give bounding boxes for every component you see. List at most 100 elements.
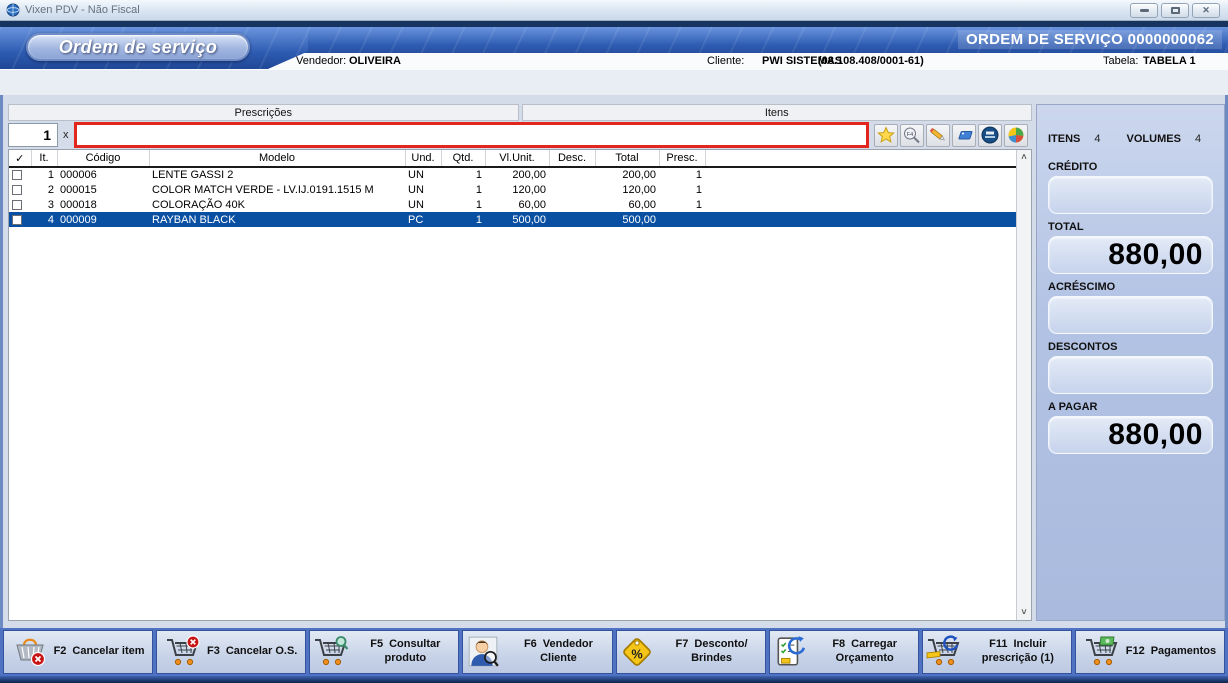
total-value: 880,00 [1108, 238, 1203, 272]
times-label: x [63, 129, 69, 141]
maximize-button[interactable] [1161, 3, 1189, 18]
cell-desc [549, 197, 595, 212]
barcode-input[interactable] [74, 122, 869, 148]
cash-icon [980, 126, 1000, 144]
f12-pagamentos-button[interactable]: F12Pagamentos [1075, 630, 1225, 674]
search-f4-icon: F4 [902, 126, 922, 144]
cell-total: 500,00 [595, 212, 659, 227]
f6-vendedor-cliente-button[interactable]: F6Vendedor Cliente [462, 630, 612, 674]
fkey-label: F7 [676, 638, 689, 650]
titlebar: Vixen PDV - Não Fiscal ✕ [0, 0, 1228, 21]
function-bar: F2Cancelar item F3 Cancelar O.S. [0, 628, 1228, 676]
cell-presc: 1 [659, 167, 705, 182]
f3-cancelar-os-button[interactable]: F3 Cancelar O.S. [156, 630, 306, 674]
cliente-doc: (08.108.408/0001-61) [818, 55, 924, 67]
minimize-button[interactable] [1130, 3, 1158, 18]
vendedor-value: OLIVEIRA [349, 55, 401, 67]
tag-button[interactable] [952, 124, 976, 147]
tab-prescricoes[interactable]: Prescrições [8, 104, 519, 121]
cell-total: 200,00 [595, 167, 659, 182]
main-area: Prescrições Itens x F4 [0, 95, 1228, 628]
cell-qtd: 1 [441, 167, 485, 182]
acrescimo-box [1048, 296, 1213, 334]
volumes-value: 4 [1195, 133, 1201, 145]
fbtn-label: Cancelar O.S. [226, 645, 298, 657]
cliente-label: Cliente: [707, 55, 744, 67]
row-checkbox[interactable] [12, 215, 22, 225]
f5-consultar-produto-button[interactable]: F5Consultar produto [309, 630, 459, 674]
table-header-row: ✓ It. Código Modelo Und. Qtd. Vl.Unit. D… [9, 150, 1016, 167]
table-row[interactable]: 3 000018 COLORAÇÃO 40K UN 1 60,00 60,00 … [9, 197, 1016, 212]
cell-qtd: 1 [441, 197, 485, 212]
tabela-label: Tabela: [1103, 55, 1138, 67]
cart-payment-icon [1084, 635, 1120, 669]
svg-text:F4: F4 [906, 132, 912, 138]
bottom-strip [0, 676, 1228, 683]
row-checkbox[interactable] [12, 170, 22, 180]
vendedor-label: Vendedor: [296, 55, 346, 67]
cell-presc: 1 [659, 182, 705, 197]
edit-pencil-icon [928, 126, 948, 144]
screen-title: Ordem de serviço [59, 37, 217, 58]
entry-row: x F4 [8, 121, 1032, 149]
edit-pencil-button[interactable] [926, 124, 950, 147]
scroll-up-icon[interactable]: ˄ [1021, 150, 1026, 165]
row-checkbox[interactable] [12, 200, 22, 210]
table-row[interactable]: 2 000015 COLOR MATCH VERDE - LV.IJ.0191.… [9, 182, 1016, 197]
f2-cancelar-item-button[interactable]: F2Cancelar item [3, 630, 153, 674]
f7-desconto-brindes-button[interactable]: % F7Desconto/ Brindes [616, 630, 766, 674]
descontos-field: DESCONTOS [1048, 341, 1213, 394]
close-button[interactable]: ✕ [1192, 3, 1220, 18]
col-qtd: Qtd. [441, 150, 485, 167]
basket-cancel-icon [12, 635, 48, 669]
search-f4-button[interactable]: F4 [900, 124, 924, 147]
col-codigo: Código [57, 150, 149, 167]
cell-und: PC [405, 212, 441, 227]
person-search-icon [466, 635, 502, 669]
fbtn-label: Pagamentos [1151, 645, 1216, 657]
header: ORDEM DE SERVIÇO 0000000062 Vendedor: OL… [0, 27, 1228, 95]
cell-und: UN [405, 197, 441, 212]
vertical-scrollbar[interactable]: ˄ ˅ [1016, 150, 1031, 620]
cell-codigo: 000006 [57, 167, 149, 182]
cell-desc [549, 182, 595, 197]
cart-refresh-icon [926, 635, 962, 669]
col-check: ✓ [9, 150, 31, 167]
cell-it: 3 [31, 197, 57, 212]
app-window: Vixen PDV - Não Fiscal ✕ ORDEM DE SERVIÇ… [0, 0, 1228, 683]
app-icon [6, 3, 20, 17]
cell-modelo: LENTE GASSI 2 [149, 167, 405, 182]
cell-it: 4 [31, 212, 57, 227]
favorite-star-button[interactable] [874, 124, 898, 147]
cash-button[interactable] [978, 124, 1002, 147]
col-desc: Desc. [549, 150, 595, 167]
fbtn-label: Vendedor Cliente [540, 638, 593, 664]
credito-label: CRÉDITO [1048, 161, 1213, 173]
cell-desc [549, 212, 595, 227]
f11-incluir-prescricao-button[interactable]: F11Incluir prescrição (1) [922, 630, 1072, 674]
summary-panel: ITENS 4 VOLUMES 4 CRÉDITO TOTAL 880,00 A… [1036, 104, 1225, 621]
tab-itens[interactable]: Itens [522, 104, 1033, 121]
cell-modelo: COLOR MATCH VERDE - LV.IJ.0191.1515 M [149, 182, 405, 197]
fkey-label: F3 [207, 645, 220, 657]
fkey-label: F11 [989, 638, 1007, 650]
items-grid: ✓ It. Código Modelo Und. Qtd. Vl.Unit. D… [8, 149, 1032, 621]
cell-vlunit: 120,00 [485, 182, 549, 197]
scroll-down-icon[interactable]: ˅ [1021, 605, 1026, 620]
cell-presc: 1 [659, 197, 705, 212]
cell-total: 60,00 [595, 197, 659, 212]
pie-chart-button[interactable] [1004, 124, 1028, 147]
col-modelo: Modelo [149, 150, 405, 167]
tabela-value: TABELA 1 [1143, 55, 1196, 67]
cell-qtd: 1 [441, 212, 485, 227]
quantity-input[interactable] [8, 123, 58, 147]
fbtn-label: Consultar produto [385, 638, 441, 664]
f8-carregar-orcamento-button[interactable]: F8Carregar Orçamento [769, 630, 919, 674]
table-row-selected[interactable]: 4 000009 RAYBAN BLACK PC 1 500,00 500,00 [9, 212, 1016, 227]
table-row[interactable]: 1 000006 LENTE GASSI 2 UN 1 200,00 200,0… [9, 167, 1016, 182]
fbtn-label: Cancelar item [72, 645, 144, 657]
cell-modelo: RAYBAN BLACK [149, 212, 405, 227]
fkey-label: F5 [370, 638, 383, 650]
header-wedge: Ordem de serviço [0, 27, 308, 69]
row-checkbox[interactable] [12, 185, 22, 195]
